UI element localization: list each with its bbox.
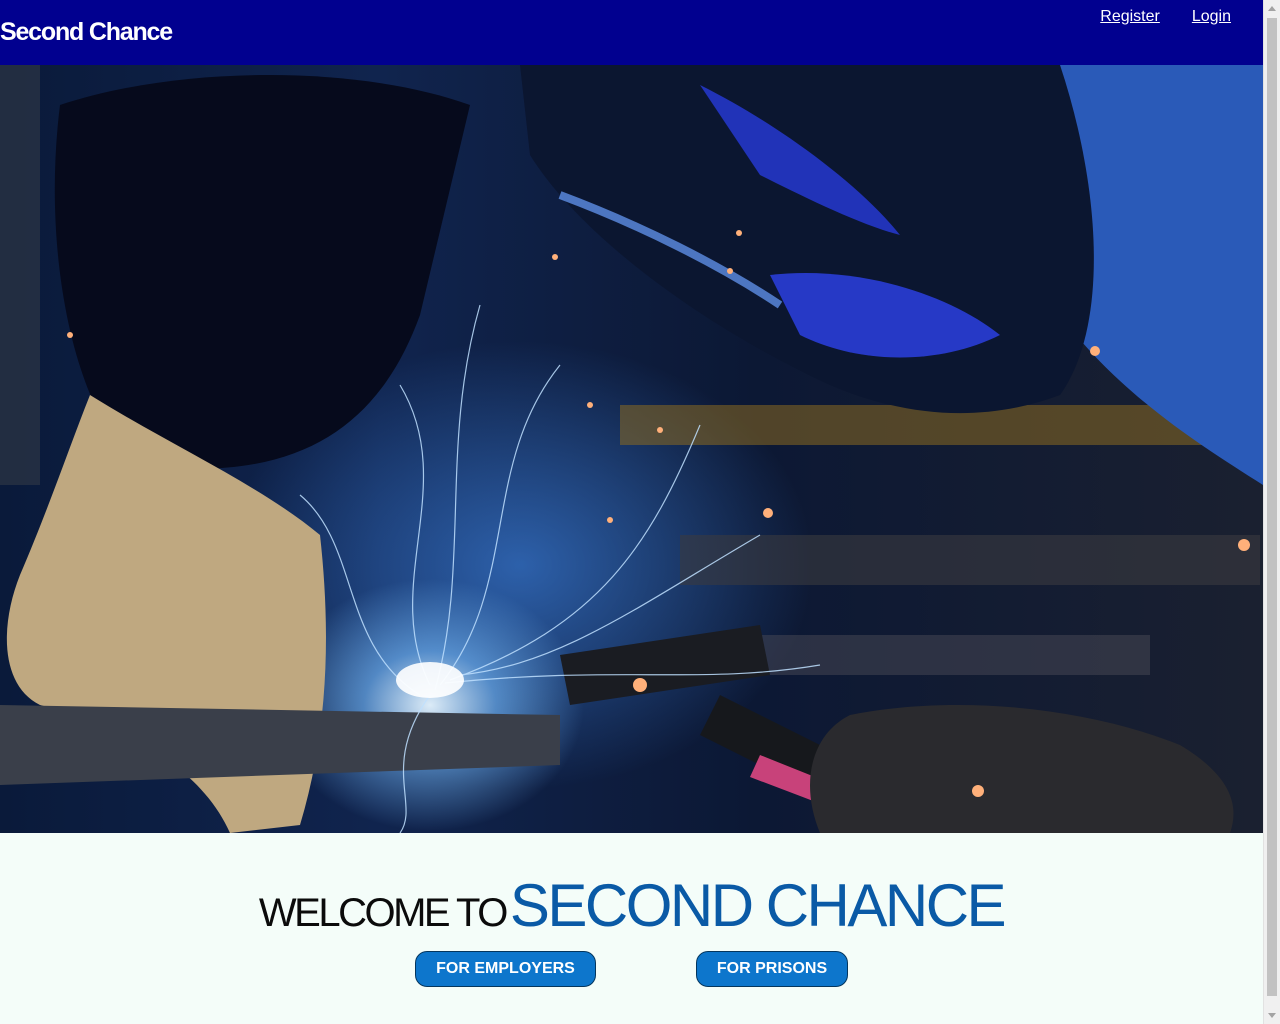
hero-image — [0, 65, 1263, 833]
for-employers-button[interactable]: FOR EMPLOYERS — [415, 951, 596, 987]
welcome-headline: WELCOME TOSECOND CHANCE — [0, 871, 1263, 940]
scroll-thumb[interactable] — [1267, 18, 1277, 996]
site-name-heading: SECOND CHANCE — [509, 872, 1007, 939]
scroll-up-arrow-icon[interactable] — [1268, 6, 1276, 11]
welder-illustration — [0, 65, 1263, 833]
register-link[interactable]: Register — [1100, 8, 1160, 26]
login-link[interactable]: Login — [1192, 8, 1231, 26]
page: Second Chance Register Login WELCOME TOS… — [0, 0, 1280, 1024]
welcome-prefix: WELCOME TO — [258, 891, 508, 935]
nav-links: Register Login — [1100, 8, 1231, 26]
for-prisons-button[interactable]: FOR PRISONS — [696, 951, 848, 987]
scroll-down-arrow-icon[interactable] — [1268, 1013, 1276, 1018]
brand-logo[interactable]: Second Chance — [0, 18, 173, 47]
welcome-section: WELCOME TOSECOND CHANCE FOR EMPLOYERS FO… — [0, 833, 1263, 1024]
vertical-scrollbar[interactable] — [1263, 0, 1280, 1024]
navbar: Second Chance Register Login — [0, 0, 1263, 65]
